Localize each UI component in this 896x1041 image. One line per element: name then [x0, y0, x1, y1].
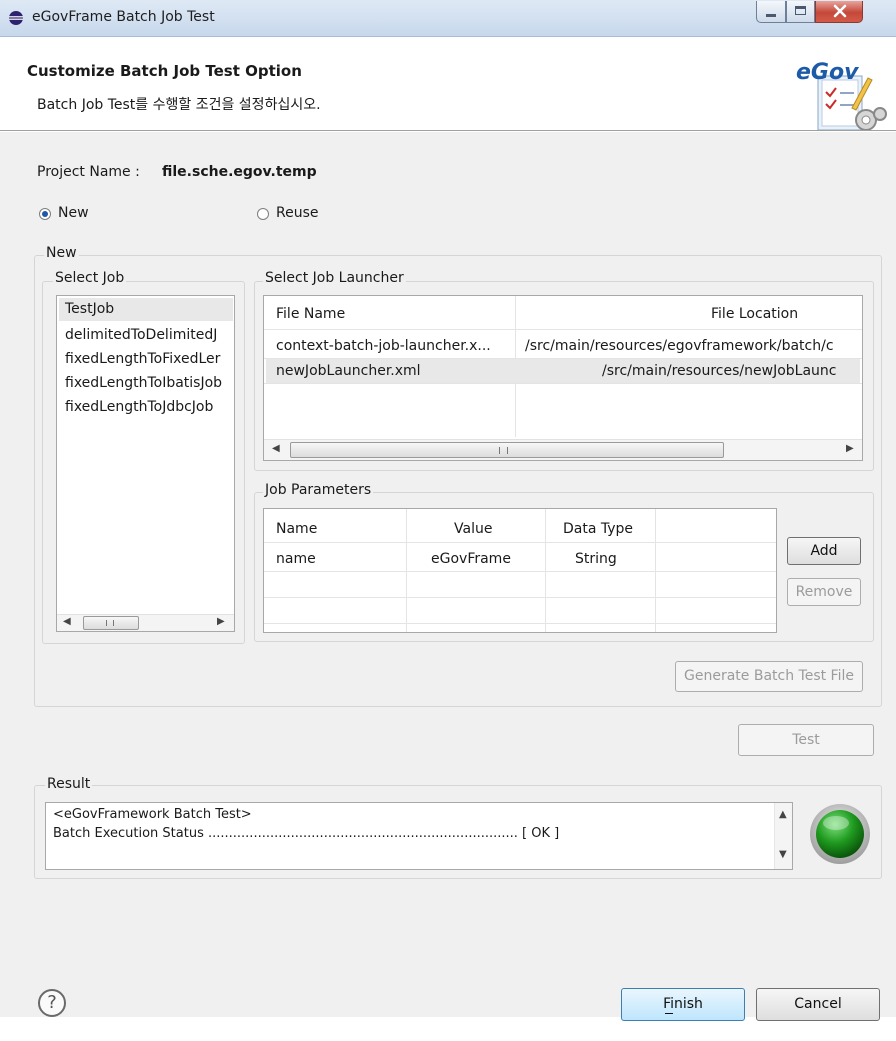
launcher-table-scrollbar[interactable]: ◀ ▶	[264, 439, 862, 460]
help-icon[interactable]: ?	[38, 989, 66, 1017]
param-row-name[interactable]: name	[276, 551, 316, 567]
scroll-right-icon[interactable]: ▶	[846, 443, 854, 454]
result-output[interactable]: <eGovFramework Batch Test> Batch Executi…	[45, 802, 793, 870]
launcher-row-1-name[interactable]: context-batch-job-launcher.x...	[276, 338, 491, 354]
scroll-right-icon[interactable]: ▶	[217, 616, 225, 627]
row-divider	[264, 597, 776, 598]
logo-text: eGov	[796, 60, 859, 85]
test-button[interactable]: Test	[738, 724, 874, 756]
status-indicator-icon	[810, 804, 870, 864]
column-data-type[interactable]: Data Type	[563, 521, 633, 537]
job-item-delimited[interactable]: delimitedToDelimitedJ	[65, 327, 217, 343]
grip-icon	[106, 620, 114, 626]
scroll-up-icon[interactable]: ▲	[779, 809, 787, 820]
scroll-left-icon[interactable]: ◀	[272, 443, 280, 454]
new-radio-label[interactable]: New	[58, 205, 89, 221]
result-label: Result	[45, 776, 93, 792]
row-divider	[264, 571, 776, 572]
launcher-row-1-location[interactable]: /src/main/resources/egovframework/batch/…	[525, 338, 834, 354]
job-item-testjob[interactable]: TestJob	[65, 301, 114, 317]
job-item-fixed-to-fixed[interactable]: fixedLengthToFixedLer	[65, 351, 220, 367]
remove-button[interactable]: Remove	[787, 578, 861, 606]
close-button[interactable]	[815, 1, 863, 23]
column-value[interactable]: Value	[454, 521, 492, 537]
new-radio[interactable]	[39, 208, 51, 220]
eclipse-icon	[9, 11, 23, 25]
job-item-fixed-to-ibatis[interactable]: fixedLengthToIbatisJob	[65, 375, 222, 391]
project-name-label: Project Name :	[37, 164, 140, 180]
mnemonic-underline	[665, 1013, 673, 1014]
dialog-subtitle: Batch Job Test를 수행할 조건을 설정하십시오.	[37, 97, 321, 113]
param-row-data-type[interactable]: String	[575, 551, 617, 567]
job-list-scrollbar[interactable]: ◀ ▶	[57, 614, 234, 631]
select-job-label: Select Job	[53, 270, 127, 286]
window-title: eGovFrame Batch Job Test	[32, 9, 215, 25]
column-file-location[interactable]: File Location	[711, 306, 798, 322]
new-group-label: New	[44, 245, 79, 261]
minimize-icon	[766, 14, 776, 17]
job-list[interactable]: TestJob delimitedToDelimitedJ fixedLengt…	[56, 295, 235, 632]
grip-icon	[499, 447, 508, 454]
maximize-button[interactable]	[786, 1, 815, 23]
dialog-title: Customize Batch Job Test Option	[27, 62, 302, 80]
job-parameters-label: Job Parameters	[263, 482, 374, 498]
scroll-thumb[interactable]	[83, 616, 139, 630]
select-launcher-label: Select Job Launcher	[263, 270, 406, 286]
dialog-header	[0, 37, 896, 129]
row-divider	[264, 623, 776, 624]
row-divider	[264, 383, 862, 384]
scroll-left-icon[interactable]: ◀	[63, 616, 71, 627]
job-parameters-header	[264, 509, 776, 543]
column-file-name[interactable]: File Name	[276, 306, 345, 322]
reuse-radio[interactable]	[257, 208, 269, 220]
minimize-button[interactable]	[756, 1, 786, 23]
job-item-fixed-to-jdbc[interactable]: fixedLengthToJdbcJob	[65, 399, 213, 415]
maximize-icon	[795, 6, 806, 15]
param-row-value[interactable]: eGovFrame	[431, 551, 511, 567]
launcher-row-2-name[interactable]: newJobLauncher.xml	[276, 363, 421, 379]
finish-button[interactable]: Finish	[621, 988, 745, 1021]
cancel-button[interactable]: Cancel	[756, 988, 880, 1021]
result-line-2: Batch Execution Status .................…	[53, 826, 560, 841]
reuse-radio-label[interactable]: Reuse	[276, 205, 319, 221]
launcher-table[interactable]: File Name File Location context-batch-jo…	[263, 295, 863, 461]
add-button[interactable]: Add	[787, 537, 861, 565]
scroll-down-icon[interactable]: ▼	[779, 849, 787, 860]
column-name[interactable]: Name	[276, 521, 317, 537]
job-parameters-table[interactable]: Name Value Data Type name eGovFrame Stri…	[263, 508, 777, 633]
scroll-thumb[interactable]	[290, 442, 724, 458]
egov-logo: eGov	[796, 56, 890, 136]
close-icon	[833, 4, 847, 18]
result-line-1: <eGovFramework Batch Test>	[53, 807, 252, 822]
finish-button-label: Finish	[663, 996, 703, 1012]
result-scrollbar[interactable]: ▲ ▼	[774, 803, 792, 869]
project-name-value: file.sche.egov.temp	[162, 164, 317, 180]
generate-batch-test-file-button[interactable]: Generate Batch Test File	[675, 661, 863, 692]
launcher-row-2-location[interactable]: /src/main/resources/newJobLaunc	[602, 363, 836, 379]
